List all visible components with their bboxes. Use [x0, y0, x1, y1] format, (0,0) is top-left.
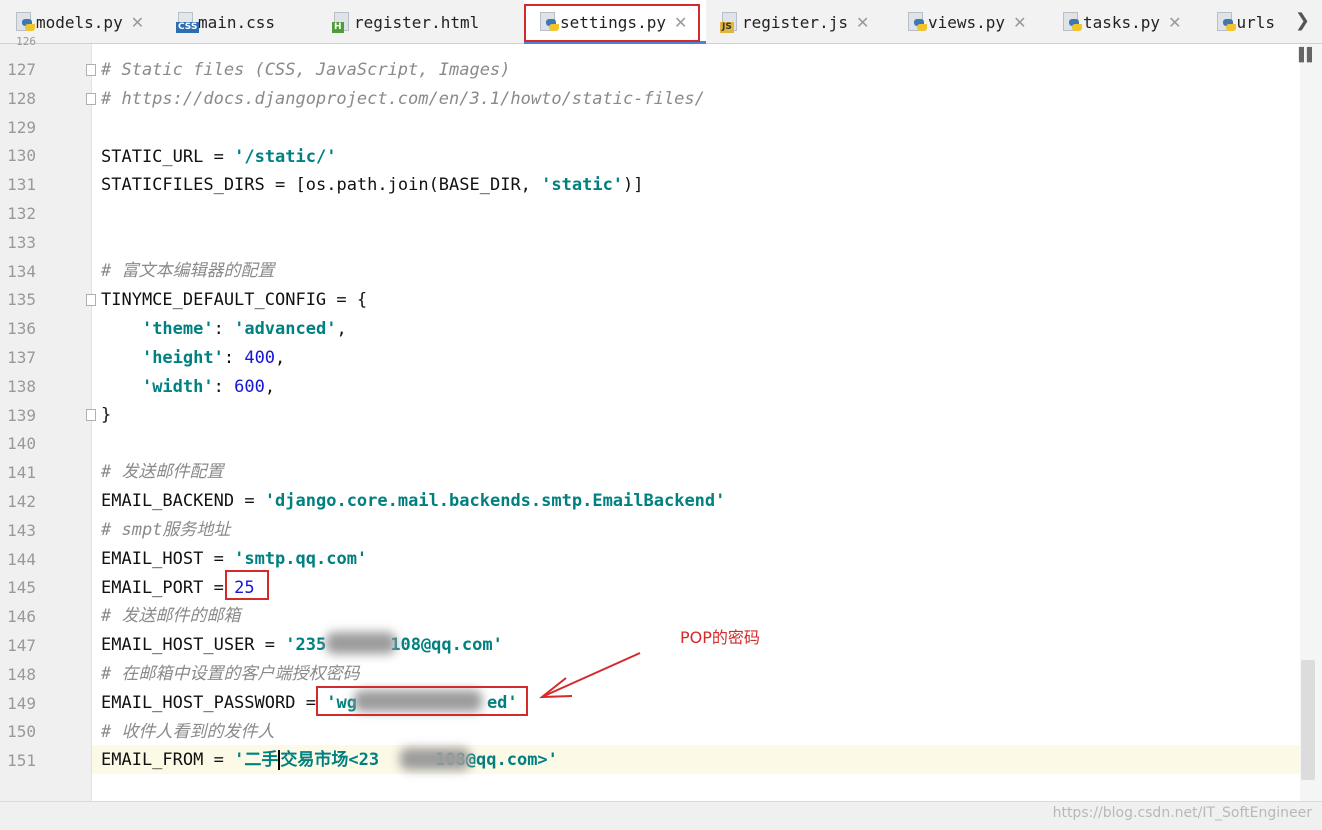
- code-line-145: EMAIL_PORT = 25: [101, 578, 255, 598]
- line-number: 127: [7, 60, 36, 79]
- python-file-icon: [14, 11, 35, 33]
- line-number: 141: [7, 463, 36, 483]
- redacted-email-blur: [400, 748, 470, 770]
- horizontal-scroll-area: https://blog.csdn.net/IT_SoftEngineer: [0, 801, 1322, 830]
- tab-label: register.js: [742, 12, 848, 32]
- line-number: 133: [7, 232, 36, 252]
- python-file-icon: [1215, 11, 1236, 33]
- tab-register-html[interactable]: H register.html: [332, 0, 517, 44]
- tab-register-js[interactable]: JS register.js ✕: [720, 0, 888, 44]
- line-number: 140: [7, 434, 36, 454]
- line-number: 146: [7, 607, 36, 627]
- line-number: 129: [7, 117, 36, 137]
- line-number: 149: [7, 693, 36, 713]
- python-file-icon: [1061, 11, 1082, 33]
- line-number: 142: [7, 492, 36, 511]
- code-line-151: EMAIL_FROM = '二手 交易市场<23 108@qq.com>': [101, 750, 558, 770]
- tab-label: views.py: [928, 12, 1006, 32]
- line-number: 128: [7, 88, 36, 108]
- tab-views-py[interactable]: views.py ✕: [906, 0, 1051, 44]
- scrollbar-thumb[interactable]: [1301, 660, 1315, 780]
- code-line-128: # https://docs.djangoproject.com/en/3.1/…: [101, 89, 705, 109]
- tab-urls-py[interactable]: urls: [1215, 0, 1275, 44]
- code-line-147: EMAIL_HOST_USER = '235 108@qq.com': [101, 635, 503, 655]
- chevron-down-icon[interactable]: ❯: [1295, 10, 1310, 31]
- code-line-148: # 在邮箱中设置的客户端授权密码: [101, 664, 360, 684]
- vertical-scrollbar[interactable]: [1300, 44, 1322, 801]
- code-line-136: 'theme': 'advanced',: [141, 319, 347, 339]
- code-line-143: # smpt服务地址: [101, 520, 231, 540]
- tab-label: main.css: [198, 12, 276, 32]
- redacted-email-blur: [326, 632, 396, 654]
- code-line-137: 'height': 400,: [141, 348, 286, 368]
- code-editor[interactable]: # Static files (CSS, JavaScript, Images)…: [92, 44, 1322, 801]
- line-number: 137: [7, 348, 36, 367]
- close-icon[interactable]: ✕: [1013, 13, 1026, 32]
- code-line-127: # Static files (CSS, JavaScript, Images): [101, 60, 511, 80]
- redacted-password-blur: [354, 690, 482, 712]
- line-number: 135: [7, 290, 36, 310]
- line-number: 143: [7, 520, 36, 540]
- code-line-141: # 发送邮件配置: [101, 462, 224, 482]
- js-file-icon: JS: [720, 11, 740, 33]
- line-number: 144: [7, 549, 36, 569]
- code-line-138: 'width': 600,: [141, 377, 276, 397]
- line-number: 130: [7, 146, 36, 166]
- tab-label: urls: [1236, 12, 1275, 32]
- code-line-146: # 发送邮件的邮箱: [101, 606, 241, 626]
- tab-label: tasks.py: [1083, 12, 1161, 32]
- watermark-text: https://blog.csdn.net/IT_SoftEngineer: [1052, 805, 1312, 821]
- line-number: 131: [7, 175, 36, 195]
- tab-tasks-py[interactable]: tasks.py ✕: [1061, 0, 1201, 44]
- line-number: 145: [7, 578, 36, 598]
- annotation-label: POP的密码: [680, 628, 760, 647]
- python-file-icon: [906, 11, 927, 33]
- close-icon[interactable]: ✕: [674, 13, 687, 32]
- close-icon[interactable]: ✕: [856, 13, 869, 32]
- code-line-150: # 收件人看到的发件人: [101, 722, 275, 742]
- close-icon[interactable]: ✕: [1168, 13, 1181, 32]
- pause-icon[interactable]: ▌▌: [1299, 48, 1317, 63]
- html-file-icon: H: [332, 11, 352, 33]
- tab-main-css[interactable]: CSS main.css: [176, 0, 326, 44]
- code-line-139: }: [101, 405, 112, 425]
- line-number: 139: [7, 405, 36, 425]
- code-line-144: EMAIL_HOST = 'smtp.qq.com': [101, 549, 368, 569]
- code-line-130: STATIC_URL = '/static/': [101, 147, 337, 167]
- line-number: 132: [7, 204, 36, 223]
- line-number: 136: [7, 319, 36, 339]
- line-number: 126: [16, 35, 36, 48]
- line-number: 150: [7, 722, 36, 742]
- tab-label: settings.py: [560, 12, 666, 32]
- editor-tab-bar: models.py ✕ CSS main.css H register.html…: [0, 0, 1322, 44]
- python-file-icon: [538, 11, 559, 33]
- code-line-134: # 富文本编辑器的配置: [101, 261, 275, 281]
- line-number: 151: [7, 751, 36, 771]
- code-line-131: STATICFILES_DIRS = [os.path.join(BASE_DI…: [101, 175, 644, 195]
- line-number: 134: [7, 261, 36, 281]
- line-number: 147: [7, 636, 36, 655]
- line-number: 148: [7, 664, 36, 684]
- close-icon[interactable]: ✕: [131, 13, 144, 32]
- tab-models-py[interactable]: models.py ✕: [14, 0, 164, 44]
- annotation-arrow-icon: [538, 652, 641, 699]
- line-number: 138: [7, 376, 36, 396]
- tab-settings-py[interactable]: settings.py ✕: [524, 0, 706, 44]
- line-number-gutter: 126 127 128 129 130 131 132 133 134 135 136 137 138…: [0, 35, 96, 801]
- tab-label: register.html: [354, 12, 480, 32]
- code-line-142: EMAIL_BACKEND = 'django.core.mail.backen…: [101, 491, 726, 511]
- code-line-135: TINYMCE_DEFAULT_CONFIG = {: [101, 290, 368, 310]
- css-file-icon: CSS: [176, 11, 200, 33]
- tab-label: models.py: [36, 12, 123, 32]
